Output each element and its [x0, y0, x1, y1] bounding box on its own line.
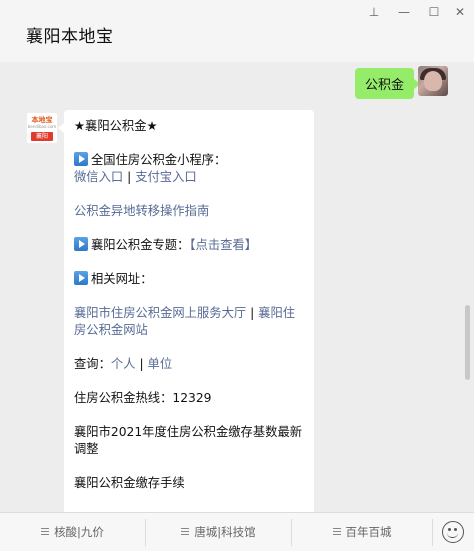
transfer-guide-link[interactable]: 公积金异地转移操作指南 [74, 204, 209, 218]
chat-area[interactable]: 公积金 本地宝 bendibao.com 襄阳 ★襄阳公积金★ 全国住房公积金小… [0, 62, 474, 512]
play-icon [74, 237, 88, 251]
title-bar: 襄阳本地宝 ⊥ — ☐ ✕ [0, 0, 474, 62]
hotline-number: 12329 [172, 391, 212, 405]
section3-title: 相关网址： [91, 272, 153, 286]
divider [432, 519, 433, 546]
menu-tab-2[interactable]: 唐城|科技馆 [146, 513, 291, 551]
hotline-label: 住房公积金热线： [74, 391, 173, 405]
menu-tab-3-label: 百年百城 [345, 525, 392, 539]
section1-title: 全国住房公积金小程序： [91, 153, 227, 167]
section2-title: 襄阳公积金专题： [91, 238, 190, 252]
smiley-icon[interactable] [442, 521, 464, 543]
bottom-menu-bar: 核酸|九价 唐城|科技馆 百年百城 [0, 512, 474, 551]
user-avatar[interactable] [418, 66, 448, 96]
pin-icon[interactable]: ⊥ [363, 4, 385, 20]
separator: | [139, 357, 144, 371]
user-message-bubble[interactable]: 公积金 [354, 68, 421, 99]
bot-avatar[interactable]: 本地宝 bendibao.com 襄阳 [26, 112, 58, 144]
bot-reply-bubble: ★襄阳公积金★ 全国住房公积金小程序： 微信入口 | 支付宝入口 公积金异地转移… [58, 110, 314, 512]
maximize-icon[interactable]: ☐ [423, 4, 445, 20]
query-personal-link[interactable]: 个人 [111, 357, 136, 371]
alipay-entry-link[interactable]: 支付宝入口 [135, 170, 197, 184]
section-urls: 襄阳市住房公积金网上服务大厅 | 襄阳住房公积金网站 [74, 305, 304, 339]
close-icon[interactable]: ✕ [449, 4, 471, 20]
play-icon [74, 152, 88, 166]
query-label: 查询： [74, 357, 111, 371]
separator: | [127, 170, 132, 184]
transfer-guide: 公积金异地转移操作指南 [74, 203, 304, 220]
section-urls-title: 相关网址： [74, 271, 304, 288]
base-adjust-text: 襄阳市2021年度住房公积金缴存基数最新调整 [74, 425, 303, 456]
play-icon [74, 271, 88, 285]
wechat-entry-link[interactable]: 微信入口 [74, 170, 123, 184]
hotline-row: 住房公积金热线：12329 [74, 390, 304, 407]
section-topic: 襄阳公积金专题：【点击查看】 [74, 237, 304, 254]
topic-view-link[interactable]: 【点击查看】 [189, 238, 257, 252]
bot-avatar-city: 襄阳 [31, 132, 53, 141]
menu-tab-1-label: 核酸|九价 [54, 525, 104, 539]
section-mini-program: 全国住房公积金小程序： 微信入口 | 支付宝入口 [74, 152, 304, 186]
bot-avatar-domain: bendibao.com [27, 124, 57, 129]
query-row: 查询：个人 | 单位 [74, 356, 304, 373]
menu-list-icon [41, 528, 50, 535]
chat-scrollbar[interactable] [465, 305, 470, 380]
separator: | [250, 306, 255, 320]
deposit-procedure-text: 襄阳公积金缴存手续 [74, 476, 185, 490]
menu-list-icon [332, 528, 341, 535]
online-service-hall-link[interactable]: 襄阳市住房公积金网上服务大厅 [74, 306, 246, 320]
menu-list-icon [181, 528, 190, 535]
menu-tab-3[interactable]: 百年百城 [292, 513, 432, 551]
menu-tab-1[interactable]: 核酸|九价 [0, 513, 145, 551]
minimize-icon[interactable]: — [393, 4, 415, 20]
menu-tab-2-label: 唐城|科技馆 [194, 525, 256, 539]
query-unit-link[interactable]: 单位 [148, 357, 173, 371]
window-title: 襄阳本地宝 [26, 27, 114, 47]
reply-heading: ★襄阳公积金★ [74, 119, 158, 133]
